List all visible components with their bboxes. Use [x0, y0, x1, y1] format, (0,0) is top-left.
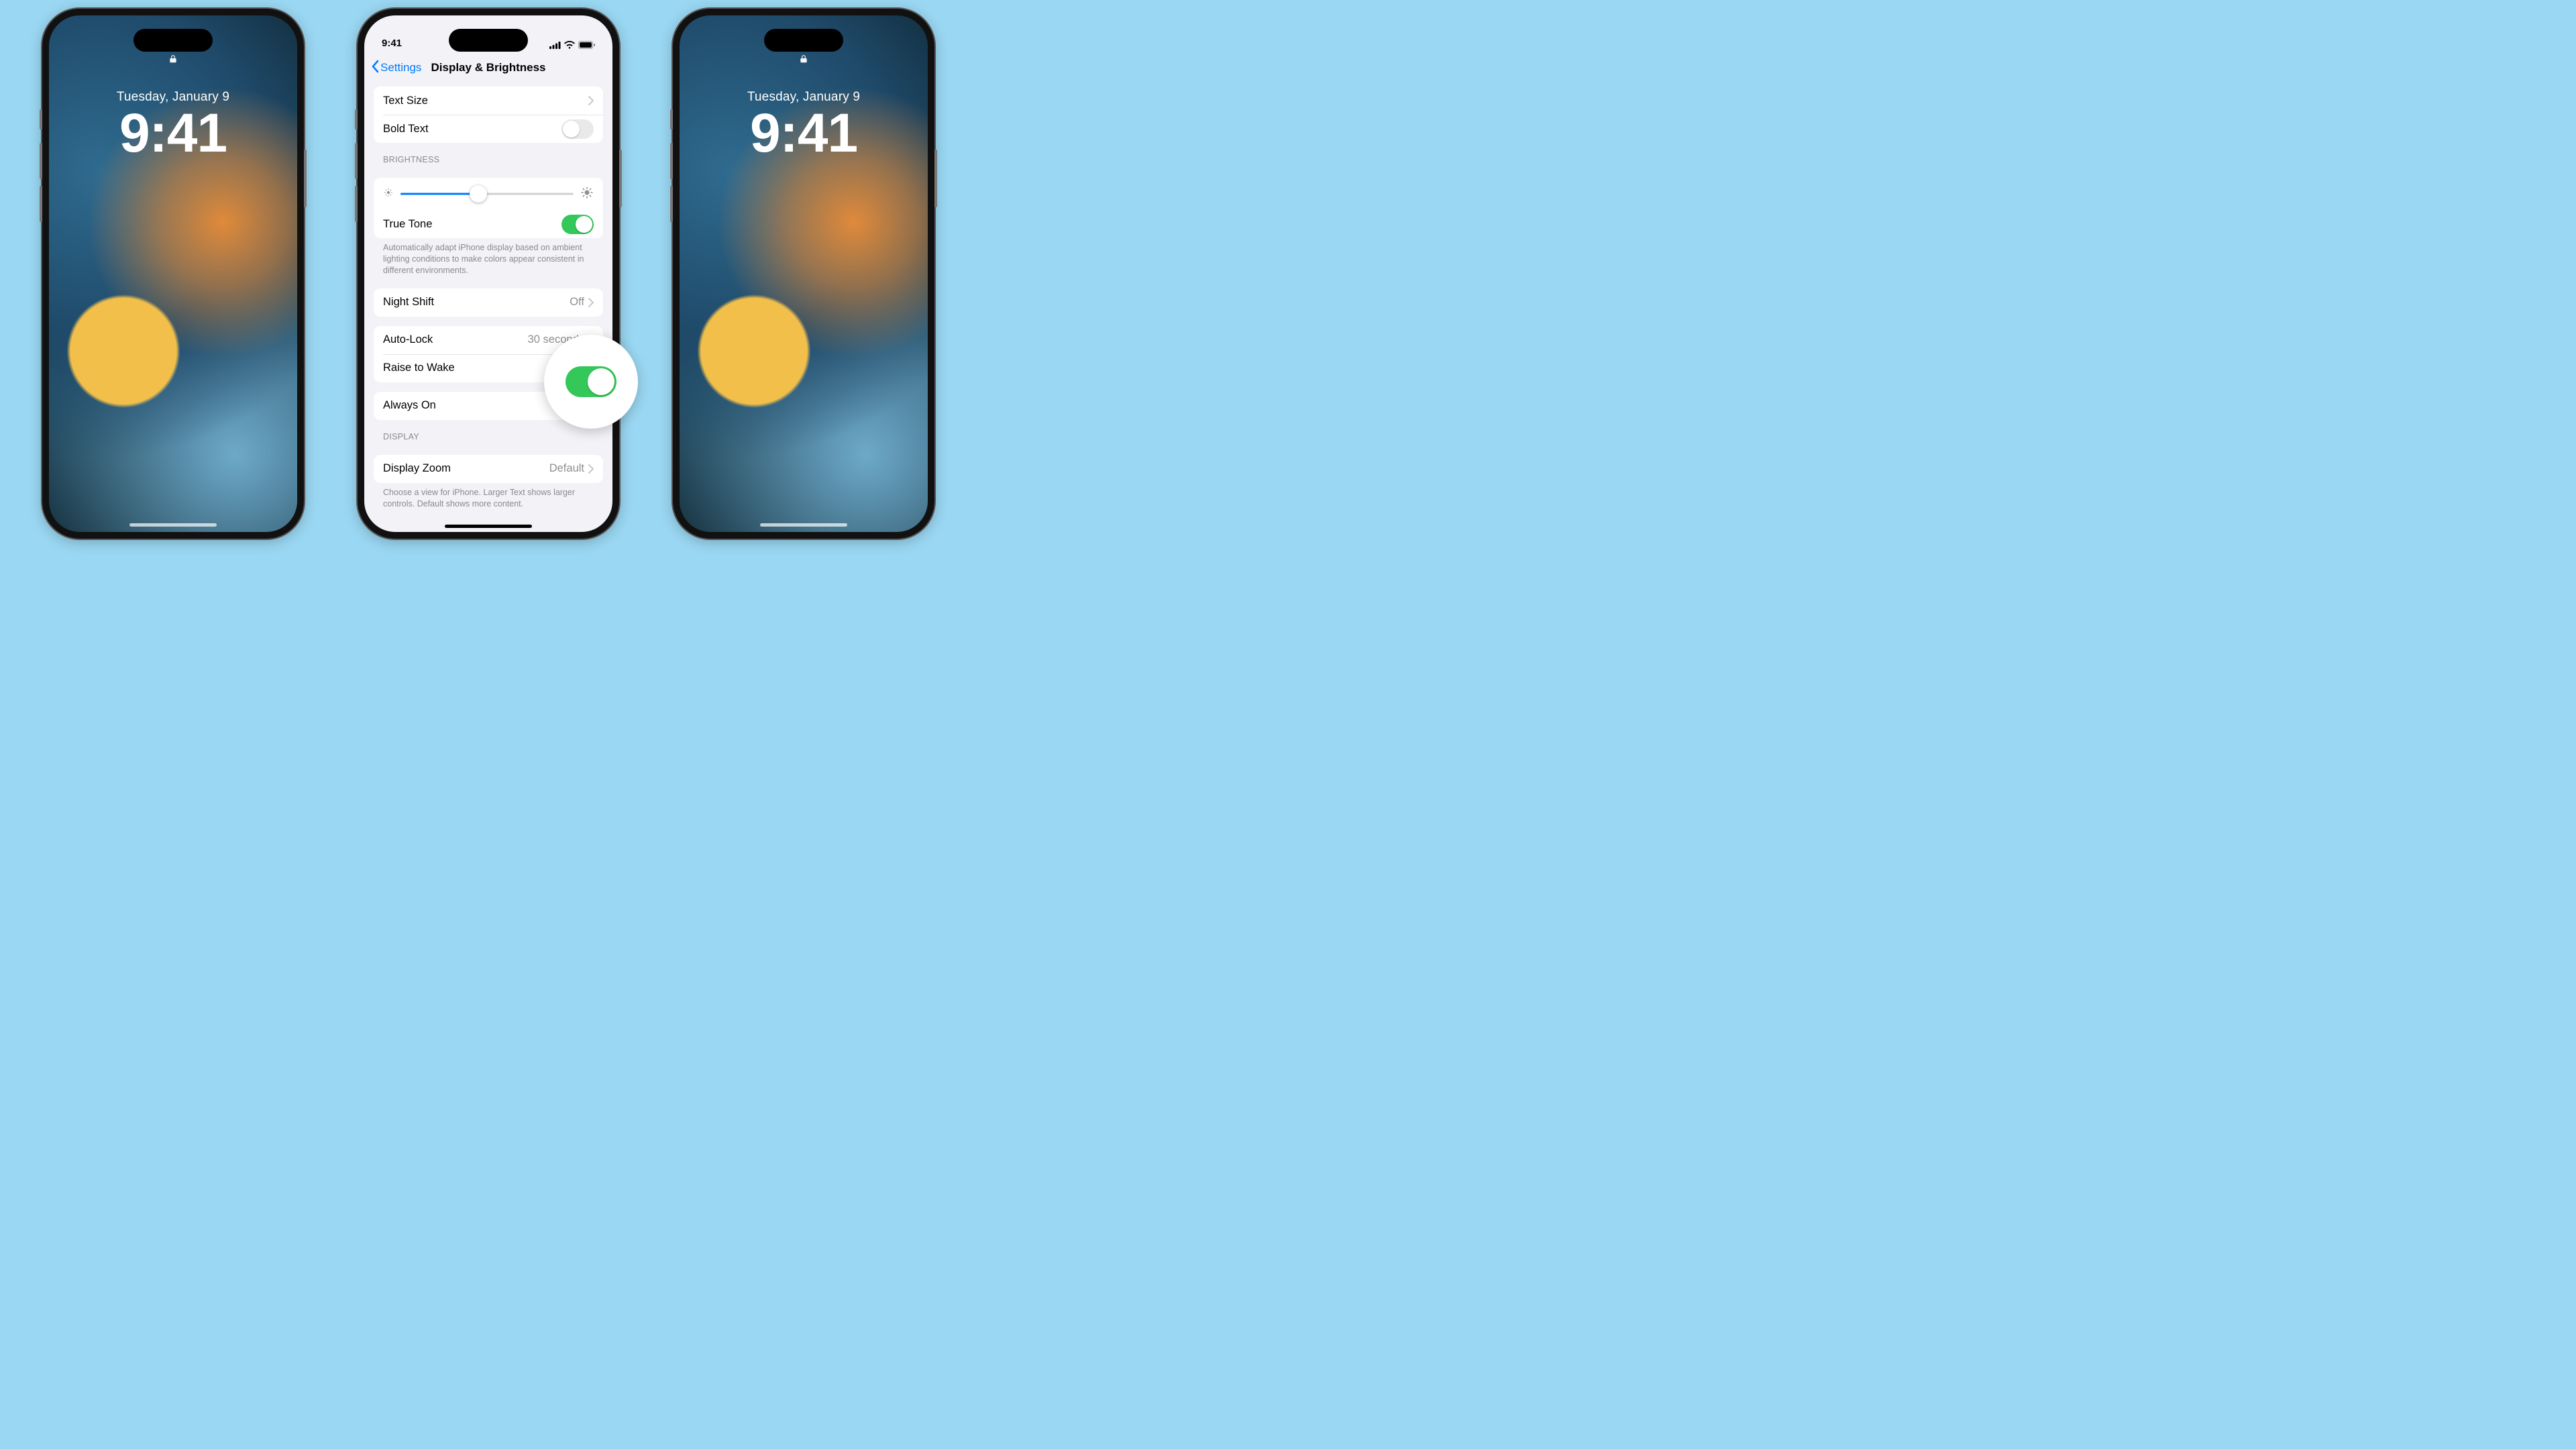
row-true-tone: True Tone [374, 210, 603, 238]
row-value: Off [570, 296, 584, 309]
row-label: Display Zoom [383, 462, 549, 475]
row-brightness-slider [374, 178, 603, 210]
settings-display-brightness: 9:41 Settings Display & Brightness Text … [364, 15, 612, 532]
mute-switch [670, 109, 673, 129]
row-label: True Tone [383, 218, 561, 231]
status-icons [549, 41, 595, 49]
toggle-bold-text[interactable] [561, 119, 594, 139]
row-value: Default [549, 462, 584, 475]
cellular-icon [549, 42, 561, 49]
mute-switch [40, 109, 42, 129]
toggle-true-tone[interactable] [561, 215, 594, 234]
chevron-right-icon [588, 298, 594, 307]
slider-thumb[interactable] [470, 185, 487, 203]
side-button [304, 150, 307, 207]
group-text: Text Size Bold Text [374, 87, 603, 143]
row-label: Text Size [383, 95, 588, 107]
dynamic-island [133, 29, 213, 52]
nav-bar: Settings Display & Brightness [364, 54, 612, 81]
row-bold-text: Bold Text [374, 115, 603, 143]
wifi-icon [564, 41, 575, 49]
status-time: 9:41 [382, 38, 402, 49]
row-label: Auto-Lock [383, 333, 528, 346]
battery-icon [578, 41, 595, 49]
section-footer-displayzoom: Choose a view for iPhone. Larger Text sh… [374, 483, 603, 510]
iphone-left: Tuesday, January 9 9:41 [42, 9, 304, 539]
chevron-left-icon [371, 60, 379, 76]
zoom-highlight-always-on-toggle [544, 335, 638, 429]
section-header-display: DISPLAY [374, 420, 603, 445]
volume-up-button [670, 143, 673, 179]
row-label: Raise to Wake [383, 362, 561, 374]
volume-up-button [355, 143, 358, 179]
toggle-always-on-zoom [566, 366, 616, 397]
volume-down-button [40, 186, 42, 222]
back-label: Settings [380, 61, 421, 74]
side-button [934, 150, 937, 207]
volume-down-button [670, 186, 673, 222]
volume-down-button [355, 186, 358, 222]
group-night-shift: Night Shift Off [374, 288, 603, 317]
section-header-brightness: BRIGHTNESS [374, 143, 603, 168]
row-display-zoom[interactable]: Display Zoom Default [374, 455, 603, 483]
lock-screen[interactable]: Tuesday, January 9 9:41 [680, 15, 928, 532]
back-button[interactable]: Settings [371, 60, 421, 76]
lock-time: 9:41 [680, 106, 928, 161]
row-night-shift[interactable]: Night Shift Off [374, 288, 603, 317]
dynamic-island [764, 29, 843, 52]
group-display-zoom: Display Zoom Default [374, 455, 603, 483]
group-brightness: True Tone [374, 178, 603, 238]
screen: Tuesday, January 9 9:41 [49, 15, 297, 532]
lock-screen[interactable]: Tuesday, January 9 9:41 [49, 15, 297, 532]
home-indicator[interactable] [445, 525, 532, 528]
lock-icon [680, 54, 928, 66]
row-text-size[interactable]: Text Size [374, 87, 603, 115]
home-indicator[interactable] [760, 523, 847, 527]
chevron-right-icon [588, 96, 594, 105]
section-footer-truetone: Automatically adapt iPhone display based… [374, 238, 603, 276]
page-title: Display & Brightness [431, 61, 546, 74]
mute-switch [355, 109, 358, 129]
content[interactable]: Text Size Bold Text BRIGHTNESS [364, 81, 612, 532]
chevron-right-icon [588, 464, 594, 474]
row-label: Night Shift [383, 296, 570, 309]
dynamic-island [449, 29, 528, 52]
lock-icon [49, 54, 297, 66]
row-label: Bold Text [383, 123, 561, 136]
sun-bright-icon [580, 186, 594, 203]
volume-up-button [40, 143, 42, 179]
sun-dim-icon [383, 187, 394, 201]
screen: 9:41 Settings Display & Brightness Text … [364, 15, 612, 532]
brightness-slider[interactable] [400, 184, 574, 203]
lock-time: 9:41 [49, 106, 297, 161]
iphone-center: 9:41 Settings Display & Brightness Text … [358, 9, 619, 539]
side-button [619, 150, 622, 207]
home-indicator[interactable] [129, 523, 217, 527]
iphone-right: Tuesday, January 9 9:41 [673, 9, 934, 539]
row-label: Always On [383, 399, 561, 412]
screen: Tuesday, January 9 9:41 [680, 15, 928, 532]
